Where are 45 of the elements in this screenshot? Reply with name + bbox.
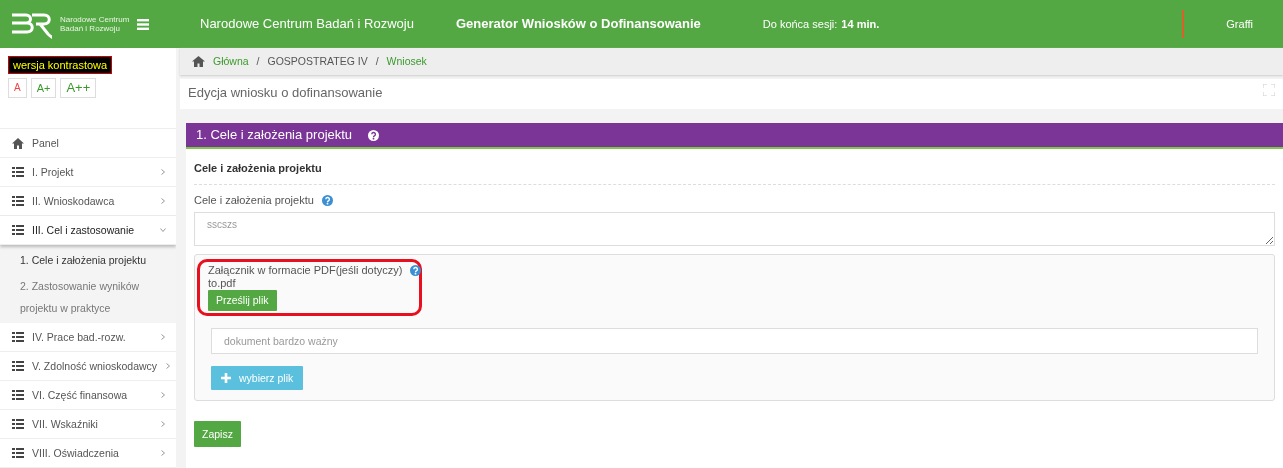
page-title: Edycja wniosku o dofinansowanie	[188, 84, 384, 102]
help-icon[interactable]	[368, 129, 380, 141]
sidebar-subitem[interactable]: 2. Zastosowanie wyników projektu w praktyce	[0, 273, 176, 322]
sidebar-item[interactable]: VI. Część finansowa	[0, 381, 176, 411]
file-name: to.pdf	[208, 276, 237, 291]
section-subtitle: Cele i założenia projektu	[194, 155, 1275, 185]
list-icon	[12, 448, 24, 459]
home-icon	[12, 138, 24, 149]
list-icon	[12, 167, 24, 178]
breadcrumb-separator: /	[375, 54, 379, 69]
breadcrumb-separator: /	[256, 54, 260, 69]
session-label: Do końca sesji:	[762, 16, 838, 32]
font-size-button[interactable]: A	[8, 78, 27, 99]
list-icon	[12, 332, 24, 343]
list-icon	[12, 419, 24, 430]
list-icon	[12, 361, 24, 372]
font-size-button[interactable]: A++	[60, 78, 97, 99]
header-title: Narodowe Centrum Badań i Rozwoju	[200, 15, 414, 33]
list-icon	[12, 225, 24, 236]
sidebar-item[interactable]: I. Projekt	[0, 158, 176, 188]
sidebar-item[interactable]: V. Zdolność wnioskodawcy	[0, 352, 176, 382]
logo-text: Badań i Rozwoju	[60, 24, 122, 34]
session-time: 14 min.	[841, 16, 880, 32]
plus-icon	[221, 372, 231, 383]
section-title: 1. Cele i założenia projektu	[196, 126, 353, 144]
help-icon[interactable]	[321, 194, 333, 206]
sidebar-item[interactable]: IV. Prace bad.-rozw.	[0, 323, 176, 353]
attachment-label: Załącznik w formacie PDF(jeśli dotyczy)	[208, 263, 403, 277]
home-icon	[192, 56, 205, 67]
logo-text: Narodowe Centrum	[60, 14, 130, 24]
sidebar-item[interactable]: Panel	[0, 129, 176, 159]
list-icon	[12, 390, 24, 401]
menu-icon[interactable]	[137, 18, 150, 30]
breadcrumb-text: GOSPOSTRATEG IV	[267, 54, 368, 69]
font-size-button[interactable]: A+	[30, 78, 57, 99]
sidebar-item[interactable]: VII. Wskaźniki	[0, 410, 176, 440]
contrast-button[interactable]: wersja kontrastowa	[8, 56, 113, 75]
app-title: Generator Wniosków o Dofinansowanie	[455, 15, 701, 33]
description-field[interactable]: dokument bardzo ważny	[211, 327, 1258, 354]
sidebar-item[interactable]: III. Cel i zastosowanie	[0, 216, 176, 246]
list-icon	[12, 196, 24, 207]
sidebar-item[interactable]: VIII. Oświadczenia	[0, 439, 176, 468]
field-label: Cele i założenia projektu	[194, 192, 314, 208]
sidebar-subitem[interactable]: 1. Cele i założenia projektu	[0, 247, 176, 274]
help-icon[interactable]	[410, 264, 422, 276]
